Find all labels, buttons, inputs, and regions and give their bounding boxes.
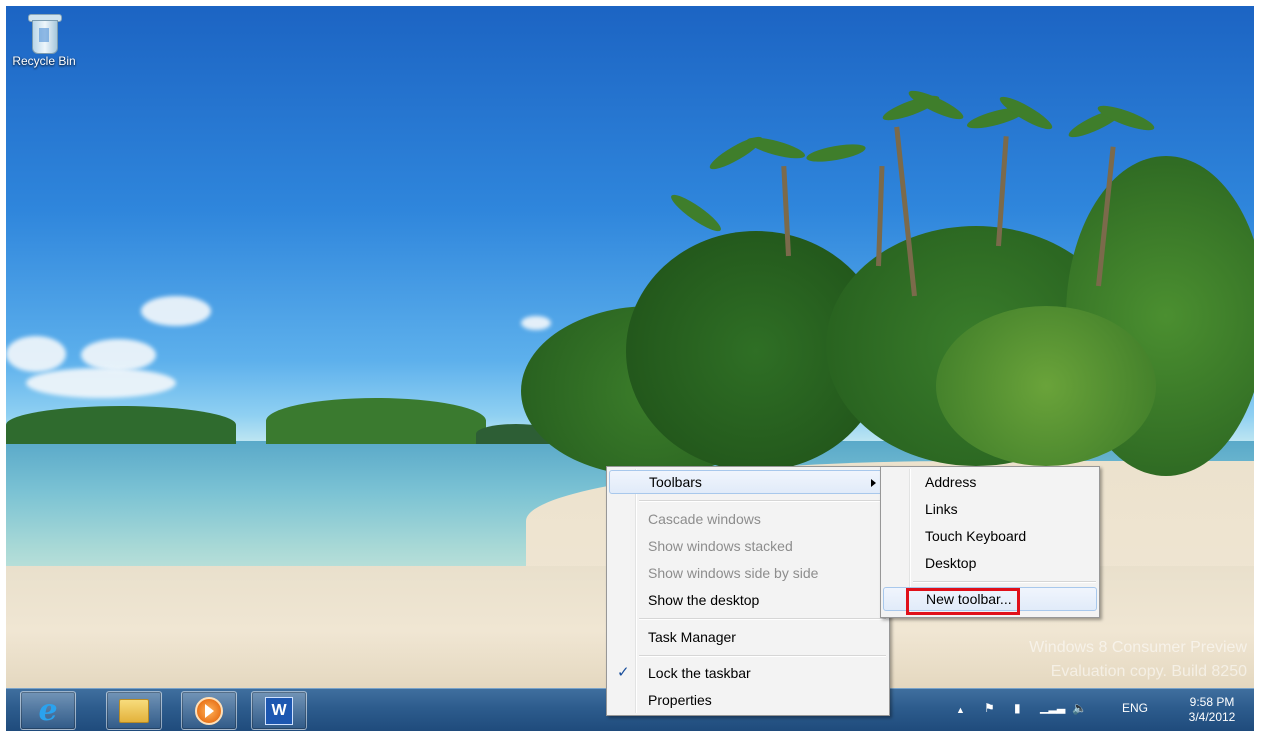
menu-item-label: Links	[925, 501, 958, 517]
far-island	[6, 406, 236, 444]
menu-item-label: Desktop	[925, 555, 977, 571]
desktop-icon-recycle-bin[interactable]: Recycle Bin	[8, 14, 80, 68]
taskbar-button-media-player[interactable]	[181, 691, 237, 730]
folder-icon	[119, 698, 149, 723]
cloud	[141, 296, 211, 326]
taskbar-button-file-explorer[interactable]	[106, 691, 162, 730]
language-indicator[interactable]: ENG	[1122, 701, 1148, 715]
action-center-flag-icon[interactable]: ⚑	[984, 701, 995, 715]
submenu-item-desktop[interactable]: Desktop	[883, 551, 1097, 575]
menu-item-label: Show windows stacked	[648, 538, 793, 554]
cloud	[6, 336, 66, 372]
cloud	[26, 368, 176, 398]
checkmark-icon: ✓	[617, 664, 630, 681]
show-hidden-icons-icon[interactable]: ▲	[956, 705, 965, 715]
menu-item-label: Show windows side by side	[648, 565, 819, 581]
menu-item-label: Lock the taskbar	[648, 665, 751, 681]
menu-item-label: Touch Keyboard	[925, 528, 1027, 544]
submenu-arrow-icon	[871, 479, 876, 487]
submenu-item-touch-keyboard[interactable]: Touch Keyboard	[883, 524, 1097, 548]
submenu-item-links[interactable]: Links	[883, 497, 1097, 521]
menu-item-cascade-windows[interactable]: Cascade windows	[609, 507, 887, 531]
palm-frond	[667, 190, 725, 236]
clock-date: 3/4/2012	[1188, 710, 1236, 724]
menu-item-label: Cascade windows	[648, 511, 761, 527]
clock[interactable]: 9:58 PM 3/4/2012	[1182, 695, 1242, 725]
word-icon: W	[265, 696, 293, 725]
cloud	[81, 339, 156, 371]
submenu-item-address[interactable]: Address	[883, 470, 1097, 494]
annotation-highlight-box	[906, 588, 1020, 615]
taskbar-button-word[interactable]: W	[251, 691, 307, 730]
menu-item-toolbars[interactable]: Toolbars	[609, 470, 887, 494]
menu-item-label: Show the desktop	[648, 592, 760, 608]
menu-item-show-windows-side-by-side[interactable]: Show windows side by side	[609, 561, 887, 585]
menu-item-show-windows-stacked[interactable]: Show windows stacked	[609, 534, 887, 558]
taskbar-button-internet-explorer[interactable]: e	[20, 691, 76, 730]
menu-item-task-manager[interactable]: Task Manager	[609, 625, 887, 649]
cloud	[521, 316, 551, 330]
power-icon[interactable]: ▮	[1014, 701, 1021, 715]
far-island	[266, 398, 486, 444]
jungle	[936, 306, 1156, 466]
menu-item-label: Properties	[648, 692, 712, 708]
menu-separator	[913, 581, 1096, 583]
windows-watermark: Windows 8 Consumer Preview Evaluation co…	[1029, 636, 1247, 684]
menu-item-lock-the-taskbar[interactable]: ✓ Lock the taskbar	[609, 661, 887, 685]
network-signal-icon[interactable]: ▁▂▃	[1040, 701, 1065, 714]
recycle-bin-icon	[28, 14, 62, 54]
menu-item-label: Task Manager	[648, 629, 736, 645]
palm-frond	[805, 140, 867, 166]
taskbar-context-menu: Toolbars Cascade windows Show windows st…	[606, 466, 890, 716]
menu-separator	[639, 618, 886, 620]
watermark-line-1: Windows 8 Consumer Preview	[1029, 639, 1247, 656]
clock-time: 9:58 PM	[1189, 695, 1235, 709]
menu-item-properties[interactable]: Properties	[609, 688, 887, 712]
menu-item-label: Address	[925, 474, 977, 490]
volume-icon[interactable]: 🔈	[1072, 701, 1087, 715]
media-player-icon	[195, 696, 223, 725]
menu-separator	[639, 655, 886, 657]
menu-item-label: Toolbars	[649, 474, 702, 490]
notification-area: ▲ ⚑ ▮ ▁▂▃ 🔈 ENG 9:58 PM 3/4/2012	[934, 689, 1254, 731]
internet-explorer-icon: e	[38, 692, 58, 728]
menu-item-show-the-desktop[interactable]: Show the desktop	[609, 588, 887, 612]
menu-separator	[639, 500, 886, 502]
desktop-icon-label: Recycle Bin	[12, 54, 76, 68]
watermark-line-2: Evaluation copy. Build 8250	[1050, 663, 1247, 680]
